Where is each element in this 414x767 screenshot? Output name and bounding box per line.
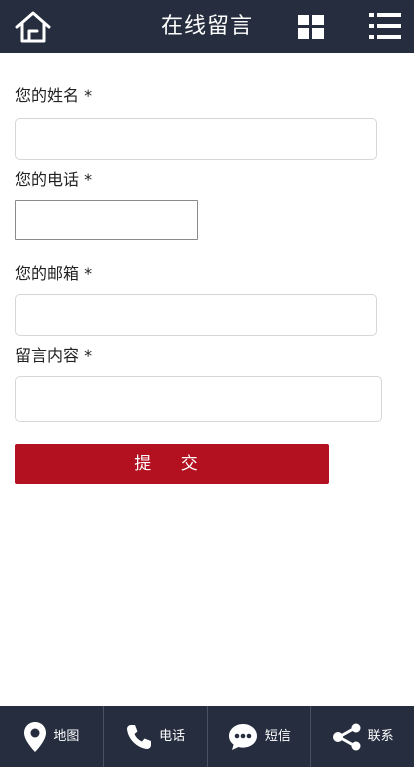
grid-menu-button[interactable] [298,15,324,39]
bottom-nav-contact[interactable]: 联系 [311,706,414,767]
name-label: 您的姓名 * [15,86,93,105]
name-input[interactable] [15,118,377,160]
submit-button[interactable]: 提 交 [15,444,329,484]
bottom-nav-label: 短信 [264,728,291,744]
grid-icon [298,15,324,39]
email-label: 您的邮箱 * [15,264,93,283]
phone-icon [127,724,152,749]
list-menu-button[interactable] [369,13,401,39]
bottom-nav-sms[interactable]: 短信 [208,706,312,767]
page-title: 在线留言 [160,14,253,39]
top-header: 在线留言 [0,0,414,53]
bottom-nav: 地图 电话 短信 联系 [0,706,414,767]
message-textarea[interactable] [15,376,382,422]
bottom-nav-label: 地图 [53,728,80,744]
list-menu-icon [369,13,401,39]
phone-input[interactable] [15,200,198,240]
sms-bubble-icon [228,723,257,750]
map-pin-icon [24,721,47,752]
email-input[interactable] [15,294,377,336]
phone-label: 您的电话 * [15,170,93,189]
bottom-nav-label: 电话 [159,728,186,744]
bottom-nav-map[interactable]: 地图 [0,706,104,767]
bottom-nav-phone[interactable]: 电话 [104,706,208,767]
bottom-nav-label: 联系 [367,728,394,744]
share-icon [332,723,361,750]
message-label: 留言内容 * [15,346,93,365]
